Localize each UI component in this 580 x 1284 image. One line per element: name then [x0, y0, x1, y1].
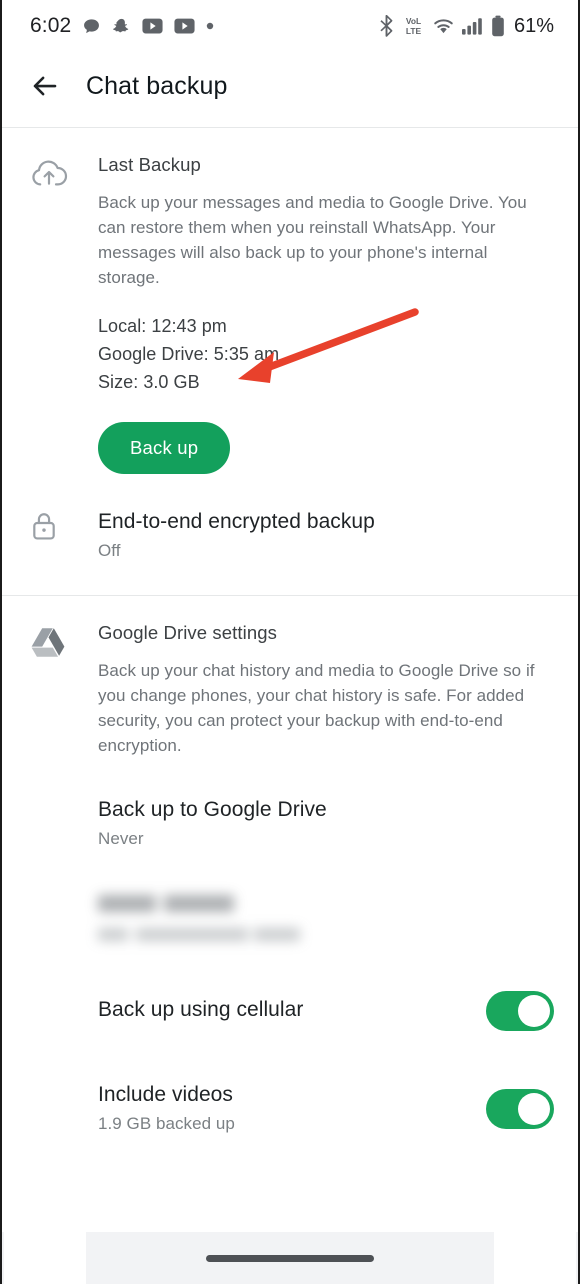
page-title: Chat backup — [86, 71, 228, 100]
nav-bar-left-filler — [4, 1232, 86, 1284]
snapchat-icon — [113, 18, 129, 32]
google-account-icon-slot — [30, 895, 98, 898]
last-backup-title: Last Backup — [98, 154, 201, 175]
status-bar-clock: 6:02 — [30, 14, 72, 37]
last-backup-body: Last Backup Back up your messages and me… — [98, 154, 554, 474]
last-backup-icon-slot — [30, 154, 98, 474]
toggle-knob — [518, 995, 550, 1027]
cloud-upload-icon — [32, 160, 68, 186]
backup-frequency-value: Never — [98, 829, 144, 848]
signal-bars-icon — [461, 18, 482, 35]
include-videos-icon-slot — [30, 1106, 98, 1109]
chat-bubble-icon — [84, 18, 100, 33]
google-account-title-redacted — [98, 895, 234, 912]
volte-icon: VoL LTE — [406, 16, 422, 36]
google-account-row[interactable] — [2, 849, 578, 941]
lock-icon — [33, 513, 55, 540]
back-button[interactable] — [26, 67, 64, 105]
home-gesture-pill[interactable] — [206, 1254, 374, 1262]
cellular-trail — [486, 989, 554, 1031]
svg-text:VoL: VoL — [406, 16, 421, 26]
include-videos-toggle[interactable] — [486, 1088, 554, 1129]
phone-screen: 6:02 VoL LTE 61% Chat backup Last Backup… — [0, 0, 580, 1284]
toggle-knob — [518, 1092, 550, 1125]
system-navigation-bar — [2, 1232, 578, 1284]
detail-size: Size: 3.0 GB — [98, 372, 200, 392]
youtube-icon — [142, 18, 163, 34]
google-account-redacted — [98, 895, 530, 941]
cellular-main: Back up using cellular — [98, 996, 486, 1024]
end-to-end-encrypted-backup-row[interactable]: End-to-end encrypted backup Off — [2, 508, 578, 595]
include-videos-subtitle: 1.9 GB backed up — [98, 1114, 235, 1133]
status-bar: 6:02 VoL LTE 61% — [2, 0, 578, 52]
detail-google-drive: Google Drive: 5:35 am — [98, 344, 280, 364]
battery-icon — [492, 15, 504, 37]
include-videos-main: Include videos 1.9 GB backed up — [98, 1081, 486, 1134]
detail-local: Local: 12:43 pm — [98, 316, 227, 336]
arrow-left-icon — [33, 76, 57, 96]
drive-settings-title: Google Drive settings — [98, 622, 277, 643]
status-bar-left: 6:02 — [30, 14, 214, 38]
drive-settings-row: Google Drive settings Back up your chat … — [2, 622, 578, 758]
nav-bar-right-filler — [494, 1232, 576, 1284]
dot-icon — [207, 22, 214, 30]
backup-frequency-row[interactable]: Back up to Google Drive Never — [2, 758, 578, 849]
include-videos-trail — [486, 1087, 554, 1129]
battery-percentage: 61% — [513, 14, 554, 37]
cellular-icon-slot — [30, 1009, 98, 1012]
wifi-icon — [434, 19, 453, 34]
backup-using-cellular-toggle[interactable] — [486, 991, 554, 1031]
encrypted-backup-main: End-to-end encrypted backup Off — [98, 508, 554, 561]
drive-settings-icon-slot — [30, 622, 98, 758]
youtube-icon — [174, 18, 195, 34]
drive-settings-description: Back up your chat history and media to G… — [98, 661, 535, 755]
drive-settings-body: Google Drive settings Back up your chat … — [98, 622, 554, 758]
backup-frequency-icon-slot — [30, 796, 98, 799]
svg-text:LTE: LTE — [406, 26, 422, 36]
last-backup-details: Local: 12:43 pm Google Drive: 5:35 am Si… — [98, 312, 554, 396]
cellular-title: Back up using cellular — [98, 998, 304, 1021]
google-account-email-redacted — [98, 928, 300, 941]
encrypted-backup-state: Off — [98, 541, 121, 560]
google-drive-icon — [31, 628, 65, 657]
include-videos-title: Include videos — [98, 1083, 233, 1106]
last-backup-section: Last Backup Back up your messages and me… — [2, 128, 578, 508]
last-backup-description: Back up your messages and media to Googl… — [98, 193, 527, 287]
status-bar-right: VoL LTE 61% — [378, 15, 554, 38]
back-up-button[interactable]: Back up — [98, 422, 231, 474]
google-drive-settings-section: Google Drive settings Back up your chat … — [2, 596, 578, 758]
backup-using-cellular-row[interactable]: Back up using cellular — [2, 941, 578, 1031]
backup-frequency-main: Back up to Google Drive Never — [98, 796, 554, 849]
bluetooth-icon — [380, 15, 393, 37]
backup-frequency-title: Back up to Google Drive — [98, 798, 327, 821]
google-account-main — [98, 895, 554, 941]
app-bar: Chat backup — [2, 52, 578, 120]
include-videos-row[interactable]: Include videos 1.9 GB backed up — [2, 1031, 578, 1134]
encrypted-backup-icon-slot — [30, 508, 98, 546]
last-backup-row: Last Backup Back up your messages and me… — [2, 154, 578, 474]
encrypted-backup-title: End-to-end encrypted backup — [98, 510, 375, 533]
